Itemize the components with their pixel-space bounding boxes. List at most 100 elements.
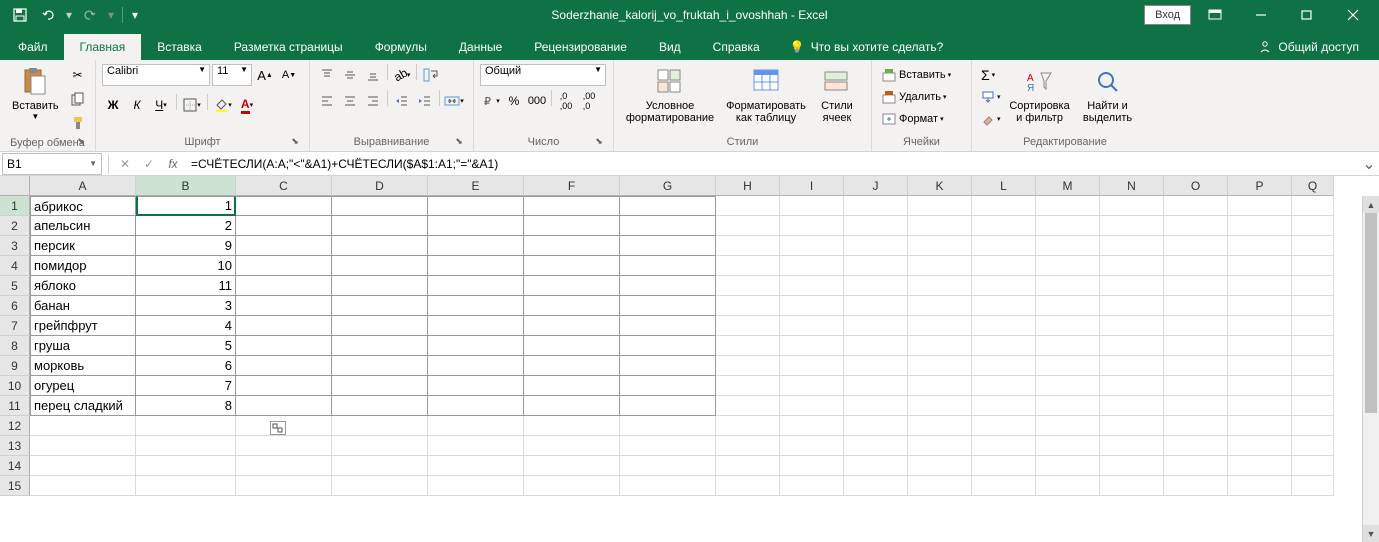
- row-header-9[interactable]: 9: [0, 356, 30, 376]
- cell-E11[interactable]: [428, 396, 524, 416]
- minimize-button[interactable]: [1239, 0, 1283, 30]
- cell-K11[interactable]: [908, 396, 972, 416]
- cell-E7[interactable]: [428, 316, 524, 336]
- select-all-corner[interactable]: [0, 176, 30, 196]
- dialog-launcher-icon[interactable]: ⬊: [593, 135, 605, 147]
- cell-O5[interactable]: [1164, 276, 1228, 296]
- cell-K12[interactable]: [908, 416, 972, 436]
- accept-formula-button[interactable]: ✓: [137, 153, 161, 175]
- save-button[interactable]: [8, 3, 32, 27]
- column-header-D[interactable]: D: [332, 176, 428, 196]
- cell-N5[interactable]: [1100, 276, 1164, 296]
- cell-E8[interactable]: [428, 336, 524, 356]
- cell-I5[interactable]: [780, 276, 844, 296]
- cell-A15[interactable]: [30, 476, 136, 496]
- cell-D7[interactable]: [332, 316, 428, 336]
- row-header-13[interactable]: 13: [0, 436, 30, 456]
- cell-K2[interactable]: [908, 216, 972, 236]
- cell-L10[interactable]: [972, 376, 1036, 396]
- cell-Q8[interactable]: [1292, 336, 1334, 356]
- cell-A12[interactable]: [30, 416, 136, 436]
- column-header-C[interactable]: C: [236, 176, 332, 196]
- scroll-thumb[interactable]: [1365, 213, 1377, 413]
- cell-Q5[interactable]: [1292, 276, 1334, 296]
- percent-button[interactable]: %: [503, 90, 525, 112]
- column-header-M[interactable]: M: [1036, 176, 1100, 196]
- column-header-J[interactable]: J: [844, 176, 908, 196]
- cell-O15[interactable]: [1164, 476, 1228, 496]
- dialog-launcher-icon[interactable]: ⬊: [75, 135, 87, 147]
- cell-H7[interactable]: [716, 316, 780, 336]
- column-header-P[interactable]: P: [1228, 176, 1292, 196]
- cell-J6[interactable]: [844, 296, 908, 316]
- cell-J11[interactable]: [844, 396, 908, 416]
- cell-Q7[interactable]: [1292, 316, 1334, 336]
- fill-color-button[interactable]: ▾: [212, 94, 234, 116]
- comma-button[interactable]: 000: [526, 90, 548, 112]
- column-header-L[interactable]: L: [972, 176, 1036, 196]
- cell-J7[interactable]: [844, 316, 908, 336]
- cell-C15[interactable]: [236, 476, 332, 496]
- row-header-6[interactable]: 6: [0, 296, 30, 316]
- cell-E13[interactable]: [428, 436, 524, 456]
- row-header-5[interactable]: 5: [0, 276, 30, 296]
- cell-D1[interactable]: [332, 196, 428, 216]
- cell-J5[interactable]: [844, 276, 908, 296]
- cell-L12[interactable]: [972, 416, 1036, 436]
- row-header-11[interactable]: 11: [0, 396, 30, 416]
- cell-J3[interactable]: [844, 236, 908, 256]
- cell-K9[interactable]: [908, 356, 972, 376]
- cell-P10[interactable]: [1228, 376, 1292, 396]
- cell-J8[interactable]: [844, 336, 908, 356]
- cell-P3[interactable]: [1228, 236, 1292, 256]
- cell-N11[interactable]: [1100, 396, 1164, 416]
- dialog-launcher-icon[interactable]: ⬊: [453, 135, 465, 147]
- cell-A11[interactable]: перец сладкий: [30, 396, 136, 416]
- cell-C5[interactable]: [236, 276, 332, 296]
- cell-B5[interactable]: 11: [136, 276, 236, 296]
- decrease-decimal-button[interactable]: ,00,0: [578, 90, 600, 112]
- merge-button[interactable]: ▾: [443, 90, 465, 112]
- cell-B8[interactable]: 5: [136, 336, 236, 356]
- tab-file[interactable]: Файл: [2, 34, 64, 60]
- cell-O9[interactable]: [1164, 356, 1228, 376]
- cell-G5[interactable]: [620, 276, 716, 296]
- increase-font-button[interactable]: A▲: [254, 64, 276, 86]
- cell-G8[interactable]: [620, 336, 716, 356]
- cell-M15[interactable]: [1036, 476, 1100, 496]
- cell-O14[interactable]: [1164, 456, 1228, 476]
- cell-L7[interactable]: [972, 316, 1036, 336]
- cell-D9[interactable]: [332, 356, 428, 376]
- align-bottom-button[interactable]: [362, 64, 384, 86]
- cell-Q6[interactable]: [1292, 296, 1334, 316]
- cell-G13[interactable]: [620, 436, 716, 456]
- cell-P9[interactable]: [1228, 356, 1292, 376]
- cell-Q12[interactable]: [1292, 416, 1334, 436]
- qat-customize-icon[interactable]: ▾: [129, 3, 141, 27]
- cell-O3[interactable]: [1164, 236, 1228, 256]
- autofill-options-button[interactable]: [270, 421, 286, 435]
- cell-F5[interactable]: [524, 276, 620, 296]
- cell-M14[interactable]: [1036, 456, 1100, 476]
- expand-formula-bar-button[interactable]: ⌄: [1359, 154, 1379, 174]
- cell-I10[interactable]: [780, 376, 844, 396]
- cell-G7[interactable]: [620, 316, 716, 336]
- cell-D15[interactable]: [332, 476, 428, 496]
- increase-decimal-button[interactable]: ,0,00: [555, 90, 577, 112]
- row-header-8[interactable]: 8: [0, 336, 30, 356]
- cell-L9[interactable]: [972, 356, 1036, 376]
- align-right-button[interactable]: [362, 90, 384, 112]
- cell-Q13[interactable]: [1292, 436, 1334, 456]
- column-header-O[interactable]: O: [1164, 176, 1228, 196]
- underline-button[interactable]: Ч▾: [150, 94, 172, 116]
- cell-H13[interactable]: [716, 436, 780, 456]
- cell-L15[interactable]: [972, 476, 1036, 496]
- cell-N7[interactable]: [1100, 316, 1164, 336]
- cell-C4[interactable]: [236, 256, 332, 276]
- cell-styles-button[interactable]: Стили ячеек: [812, 64, 862, 132]
- cell-B4[interactable]: 10: [136, 256, 236, 276]
- format-cells-button[interactable]: Формат▾: [878, 108, 947, 130]
- format-painter-button[interactable]: [67, 112, 89, 134]
- cell-P5[interactable]: [1228, 276, 1292, 296]
- cell-Q4[interactable]: [1292, 256, 1334, 276]
